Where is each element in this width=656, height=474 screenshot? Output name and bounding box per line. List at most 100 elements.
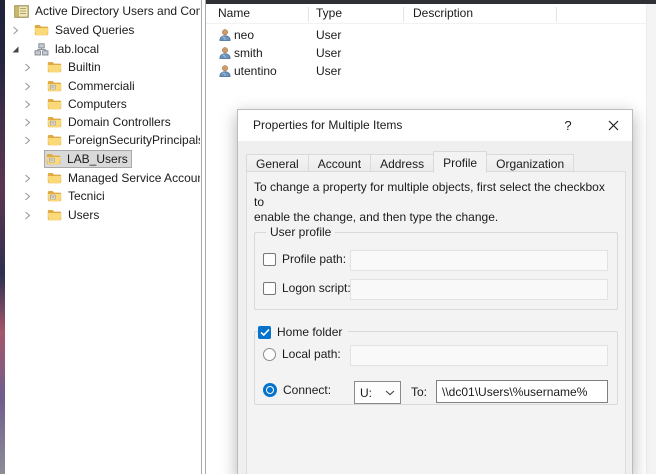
tree-item-label: Builtin: [68, 60, 101, 74]
tab-strip: General Account Address Profile Organiza…: [246, 151, 573, 172]
home-folder-group: Local path: Connect: U: To:: [254, 331, 618, 405]
domain-icon: [34, 43, 50, 56]
dialog-title: Properties for Multiple Items: [253, 118, 402, 132]
ou-folder-icon: [47, 190, 63, 202]
logon-script-input[interactable]: [350, 279, 608, 300]
chevron-right-icon[interactable]: [23, 174, 47, 183]
chevron-right-icon[interactable]: [23, 63, 47, 72]
row-name: smith: [234, 46, 263, 60]
console-tree-panel: Active Directory Users and Com Saved Que…: [5, 0, 202, 474]
properties-dialog: Properties for Multiple Items ? General …: [237, 109, 633, 474]
tab-account[interactable]: Account: [308, 154, 371, 172]
connect-radio[interactable]: [263, 383, 277, 397]
tree-item-label: ForeignSecurityPrincipals: [68, 133, 200, 147]
tree-item-domain-controllers[interactable]: Domain Controllers: [5, 113, 200, 131]
column-header-type[interactable]: Type: [316, 6, 342, 20]
tree-item-saved-queries[interactable]: Saved Queries: [5, 21, 200, 39]
folder-icon: [47, 98, 63, 110]
tree-item-foreign-security-principals[interactable]: ForeignSecurityPrincipals: [5, 131, 200, 149]
tree-item-tecnici[interactable]: Tecnici: [5, 187, 200, 205]
user-icon: [218, 28, 232, 45]
column-separator[interactable]: [308, 7, 309, 22]
description-line-1: To change a property for multiple object…: [254, 180, 618, 210]
local-path-radio[interactable]: [263, 348, 276, 361]
profile-path-checkbox[interactable]: [263, 253, 276, 266]
close-button[interactable]: [594, 110, 632, 141]
row-type: User: [316, 28, 341, 42]
folder-icon: [47, 134, 63, 146]
home-folder-checkbox[interactable]: [258, 326, 271, 339]
list-row-smith[interactable]: smith User: [206, 44, 644, 62]
chevron-right-icon[interactable]: [23, 192, 47, 201]
list-row-utentino[interactable]: utentino User: [206, 62, 644, 80]
chevron-right-icon[interactable]: [23, 100, 47, 109]
folder-icon: [47, 61, 63, 73]
ou-folder-icon: [46, 153, 62, 165]
row-name: utentino: [234, 64, 277, 78]
chevron-right-icon[interactable]: [23, 82, 47, 91]
tree-item-users[interactable]: Users: [5, 206, 200, 224]
tree-item-label: Tecnici: [68, 189, 105, 203]
chevron-right-icon[interactable]: [23, 211, 47, 220]
profile-path-row: Profile path:: [263, 252, 346, 266]
logon-script-checkbox[interactable]: [263, 282, 276, 295]
tree-item-label: LAB_Users: [67, 152, 128, 166]
tree-item-lab-local[interactable]: lab.local: [5, 40, 200, 58]
ou-folder-icon: [47, 80, 63, 92]
column-separator[interactable]: [403, 7, 404, 22]
column-header-description[interactable]: Description: [413, 6, 473, 20]
list-header: Name Type Description: [206, 4, 656, 24]
user-icon: [218, 46, 232, 63]
tree-item-label: Commerciali: [68, 79, 135, 93]
chevron-down-icon[interactable]: [11, 45, 34, 54]
tree-item-label: Users: [68, 208, 99, 222]
chevron-right-icon[interactable]: [23, 136, 47, 145]
connect-path-input[interactable]: [436, 380, 608, 403]
user-profile-group-label: User profile: [266, 225, 335, 239]
scrollbar-track[interactable]: [646, 4, 656, 474]
tree-item-label: lab.local: [55, 42, 99, 56]
tree-item-label: Saved Queries: [55, 23, 134, 37]
chevron-right-icon[interactable]: [11, 26, 34, 35]
tree-item-root[interactable]: Active Directory Users and Com: [5, 2, 200, 20]
help-button[interactable]: ?: [552, 110, 584, 141]
drive-letter-select[interactable]: U:: [354, 381, 401, 404]
chevron-right-icon[interactable]: [23, 118, 47, 127]
tree-item-computers[interactable]: Computers: [5, 95, 200, 113]
connect-row: Connect:: [263, 383, 331, 397]
tab-profile[interactable]: Profile: [433, 151, 487, 173]
local-path-label[interactable]: Local path:: [282, 347, 341, 361]
chevron-down-icon: [385, 390, 395, 396]
profile-path-input[interactable]: [350, 250, 608, 271]
column-header-name[interactable]: Name: [218, 6, 250, 20]
tree-item-managed-service-accounts[interactable]: Managed Service Accoun: [5, 169, 200, 187]
close-icon: [608, 120, 619, 131]
folder-icon: [47, 209, 63, 221]
tab-general[interactable]: General: [246, 154, 309, 172]
dialog-titlebar[interactable]: Properties for Multiple Items ?: [238, 110, 632, 141]
tree-item-builtin[interactable]: Builtin: [5, 58, 200, 76]
tab-organization[interactable]: Organization: [486, 154, 574, 172]
drive-letter-value: U:: [360, 386, 372, 400]
user-profile-group: User profile Profile path: Logon script:: [254, 232, 618, 310]
list-row-neo[interactable]: neo User: [206, 26, 644, 44]
profile-path-label[interactable]: Profile path:: [282, 252, 346, 266]
console-icon: [14, 5, 30, 18]
tree-item-lab-users[interactable]: LAB_Users: [5, 150, 200, 168]
description-line-2: enable the change, and then type the cha…: [254, 210, 618, 225]
column-separator[interactable]: [556, 7, 557, 22]
ou-folder-icon: [47, 116, 63, 128]
row-type: User: [316, 46, 341, 60]
tree-item-label: Active Directory Users and Com: [35, 4, 200, 18]
local-path-input[interactable]: [350, 345, 608, 366]
tree-item-label: Domain Controllers: [68, 115, 171, 129]
checkmark-icon: [260, 328, 270, 337]
logon-script-label[interactable]: Logon script:: [282, 281, 351, 295]
row-type: User: [316, 64, 341, 78]
home-folder-label[interactable]: Home folder: [277, 325, 342, 339]
tab-address[interactable]: Address: [370, 154, 434, 172]
to-label: To:: [411, 385, 427, 399]
local-path-row: Local path:: [263, 347, 341, 361]
tree-item-commerciali[interactable]: Commerciali: [5, 77, 200, 95]
connect-label[interactable]: Connect:: [283, 383, 331, 397]
